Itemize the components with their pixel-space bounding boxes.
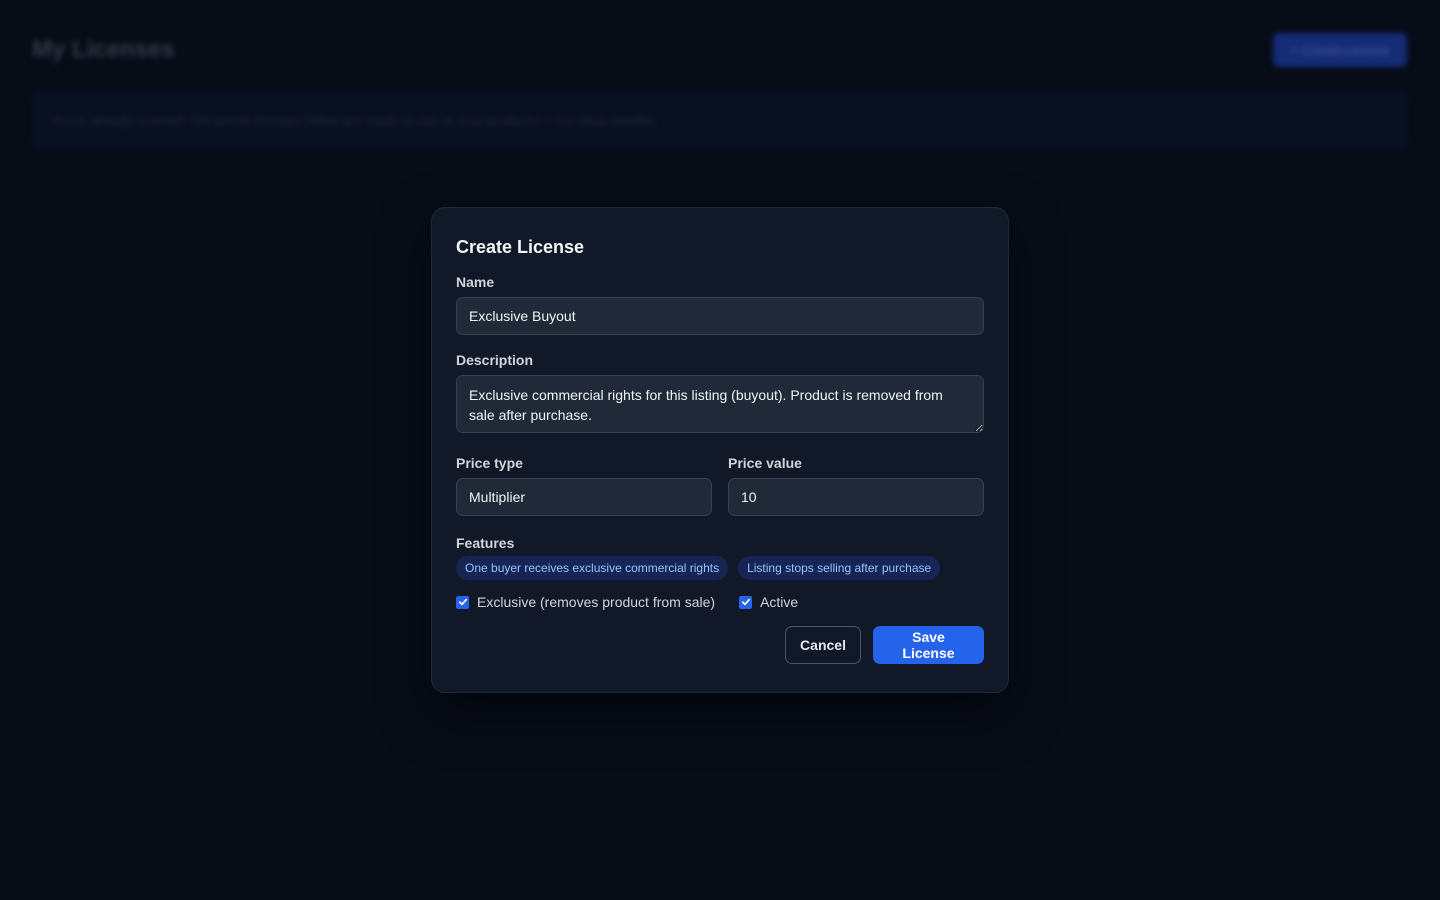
features-group: Features One buyer receives exclusive co… <box>456 534 984 580</box>
page: My Licenses + Create License You're alre… <box>0 0 1440 900</box>
price-type-group: Price type <box>456 454 712 516</box>
price-value-group: Price value <box>728 454 984 516</box>
feature-chips: One buyer receives exclusive commercial … <box>456 556 984 580</box>
dialog-actions: Cancel Save License <box>456 626 984 664</box>
description-textarea[interactable]: Exclusive commercial rights for this lis… <box>456 375 984 433</box>
description-label: Description <box>456 352 534 368</box>
options-row: Exclusive (removes product from sale) Ac… <box>456 594 984 610</box>
name-group: Name <box>456 273 984 335</box>
save-license-button[interactable]: Save License <box>873 626 984 664</box>
feature-chip[interactable]: One buyer receives exclusive commercial … <box>456 556 729 580</box>
exclusive-checkbox[interactable]: Exclusive (removes product from sale) <box>456 594 715 610</box>
description-group: Description Exclusive commercial rights … <box>456 351 984 438</box>
price-row: Price type Price value <box>456 454 984 516</box>
feature-chip[interactable]: Listing stops selling after purchase <box>738 556 941 580</box>
dialog-title: Create License <box>456 237 585 257</box>
name-label: Name <box>456 274 495 290</box>
price-value-label: Price value <box>728 455 802 471</box>
price-value-input[interactable] <box>728 478 984 516</box>
price-type-label: Price type <box>456 455 523 471</box>
checkbox-checked-icon[interactable] <box>456 595 469 609</box>
price-type-select[interactable] <box>456 478 712 516</box>
active-label: Active <box>760 594 799 610</box>
features-label: Features <box>456 535 515 551</box>
exclusive-label: Exclusive (removes product from sale) <box>477 594 716 610</box>
cancel-button[interactable]: Cancel <box>785 626 861 664</box>
active-checkbox[interactable]: Active <box>739 594 798 610</box>
checkbox-checked-icon[interactable] <box>739 595 753 609</box>
name-input[interactable] <box>456 297 984 335</box>
create-license-dialog: Create License Name Description Exclusiv… <box>431 207 1009 693</box>
